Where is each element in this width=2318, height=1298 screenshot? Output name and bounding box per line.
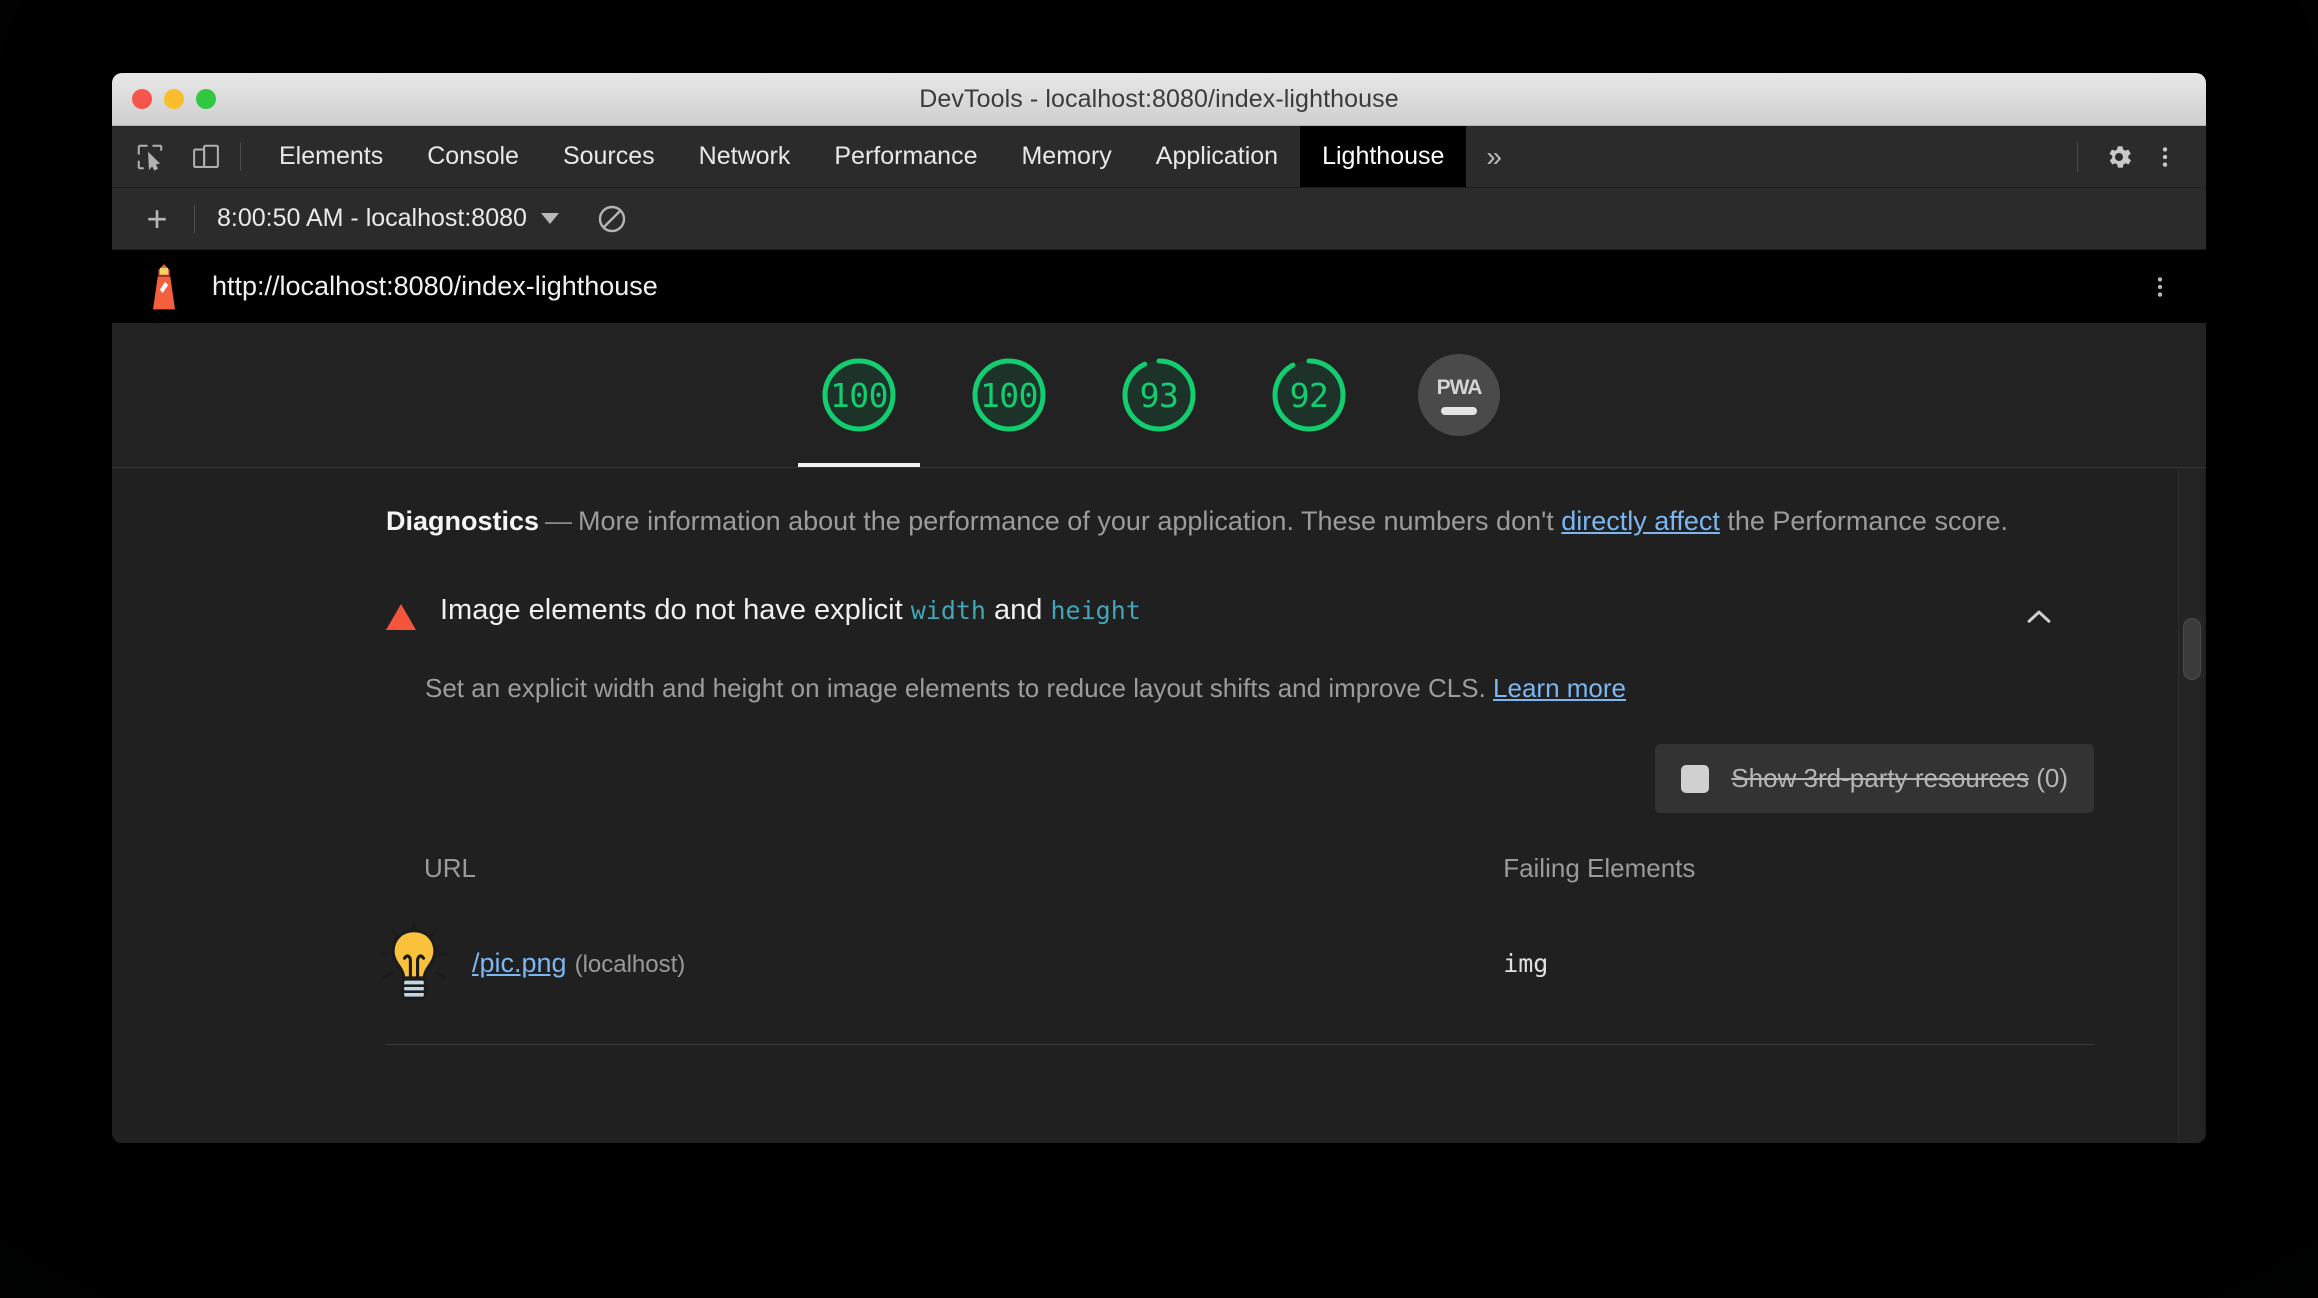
audit-header[interactable]: Image elements do not have explicit widt…: [386, 594, 2116, 634]
tab-sources[interactable]: Sources: [541, 126, 677, 187]
pwa-dash-icon: [1441, 406, 1477, 415]
gauge-score-best-practices: 93: [1139, 375, 1179, 415]
diagnostics-text-after: the Performance score.: [1719, 506, 2008, 536]
gauge-seo[interactable]: 92: [1234, 323, 1384, 467]
chevron-down-icon: [540, 213, 559, 224]
clear-all-icon[interactable]: [589, 196, 635, 242]
audit-description: Set an explicit width and height on imag…: [425, 670, 2116, 706]
diagnostics-dash: —: [545, 506, 573, 536]
show-third-party-checkbox[interactable]: [1681, 764, 1710, 793]
chevron-up-icon[interactable]: [2022, 600, 2056, 634]
third-party-filter[interactable]: Show 3rd-party resources (0): [1655, 744, 2094, 814]
gauge-performance[interactable]: 100: [784, 323, 934, 467]
failing-element-value: img: [1503, 948, 1549, 978]
more-tabs-icon[interactable]: »: [1466, 126, 1522, 187]
table-bottom-divider: [386, 1044, 2094, 1046]
tab-network[interactable]: Network: [677, 126, 813, 187]
tab-application[interactable]: Application: [1134, 126, 1300, 187]
table-header-row: URL Failing Elements: [386, 839, 2116, 910]
directly-affect-link[interactable]: directly affect: [1561, 506, 1720, 536]
resource-host: (localhost): [574, 950, 686, 978]
inspect-element-icon[interactable]: [132, 139, 168, 175]
window-title-bar: DevTools - localhost:8080/index-lighthou…: [112, 73, 2206, 126]
column-header-failing-elements: Failing Elements: [1503, 853, 1696, 884]
report-select-dropdown[interactable]: 8:00:50 AM - localhost:8080: [209, 204, 567, 233]
devtools-window: DevTools - localhost:8080/index-lighthou…: [112, 73, 2206, 1143]
report-menu-icon[interactable]: [2138, 265, 2182, 309]
lh-toolbar-divider: [194, 204, 195, 233]
table-body: /pic.png (localhost) img: [379, 910, 2116, 1016]
traffic-light-buttons: [132, 89, 216, 109]
device-toolbar-icon[interactable]: [188, 139, 224, 175]
maximize-window-button[interactable]: [196, 89, 216, 109]
gauge-ring-accessibility: 100: [968, 354, 1050, 436]
new-audit-button[interactable]: +: [134, 196, 180, 242]
devtools-tool-icons: [112, 126, 224, 187]
lighthouse-toolbar: + 8:00:50 AM - localhost:8080: [112, 188, 2206, 250]
audit-results-table: URL Failing Elements /pic.png (localhost…: [379, 839, 2116, 1016]
pwa-badge: PWA: [1418, 354, 1500, 436]
gauge-pwa[interactable]: PWA: [1384, 323, 1534, 467]
gear-icon[interactable]: [2096, 134, 2142, 180]
actions-divider: [2077, 141, 2078, 172]
diagnostics-paragraph: Diagnostics — More information about the p…: [386, 502, 2016, 542]
gauge-score-accessibility: 100: [979, 375, 1039, 415]
gauge-active-indicator: [798, 463, 920, 467]
lighthouse-report: http://localhost:8080/index-lighthouse 1…: [112, 250, 2206, 1143]
gauge-ring-best-practices: 93: [1118, 354, 1200, 436]
tab-performance[interactable]: Performance: [812, 126, 999, 187]
column-header-url: URL: [424, 853, 477, 884]
table-row: /pic.png (localhost) img: [379, 910, 2116, 1016]
audit-code-width: width: [910, 595, 986, 625]
audit-title-before: Image elements do not have explicit: [440, 593, 911, 626]
devtools-tab-bar: Elements Console Sources Network Perform…: [112, 126, 2206, 188]
diagnostics-text-before: More information about the performance o…: [578, 506, 1562, 536]
report-header: http://localhost:8080/index-lighthouse: [112, 250, 2206, 323]
cell-url: /pic.png (localhost): [379, 910, 1493, 1016]
show-third-party-label: Show 3rd-party resources (0): [1731, 763, 2068, 794]
gauge-accessibility[interactable]: 100: [934, 323, 1084, 467]
audit-description-text: Set an explicit width and height on imag…: [425, 672, 1494, 703]
warning-triangle-icon: [386, 603, 416, 630]
lighthouse-logo-icon: [153, 263, 175, 309]
report-select-label: 8:00:50 AM - localhost:8080: [217, 204, 527, 232]
tab-lighthouse[interactable]: Lighthouse: [1300, 126, 1467, 187]
minimize-window-button[interactable]: [164, 89, 184, 109]
third-party-filter-row: Show 3rd-party resources (0): [386, 744, 2116, 814]
kebab-menu-icon[interactable]: [2142, 134, 2188, 180]
gauge-ring-seo: 92: [1268, 354, 1350, 436]
devtools-tabs: Elements Console Sources Network Perform…: [257, 126, 1522, 187]
diagnostics-title: Diagnostics: [386, 506, 540, 536]
tab-elements[interactable]: Elements: [257, 126, 405, 187]
window-title: DevTools - localhost:8080/index-lighthou…: [919, 84, 1399, 113]
gauge-best-practices[interactable]: 93: [1084, 323, 1234, 467]
audit-title-join: and: [985, 593, 1051, 626]
report-content: Diagnostics — More information about the p…: [112, 468, 2206, 1143]
category-gauges: 100 100 93 92 PWA: [112, 323, 2206, 468]
tab-memory[interactable]: Memory: [999, 126, 1133, 187]
cell-failing-element: img: [1493, 910, 2116, 1016]
report-url: http://localhost:8080/index-lighthouse: [212, 271, 658, 301]
report-scrollbar[interactable]: [2178, 468, 2204, 1143]
gauge-score-performance: 100: [829, 375, 889, 415]
third-party-count: (0): [2036, 763, 2068, 794]
scrollbar-thumb[interactable]: [2183, 618, 2201, 680]
resource-url-link[interactable]: /pic.png: [472, 948, 567, 978]
close-window-button[interactable]: [132, 89, 152, 109]
learn-more-link[interactable]: Learn more: [1493, 673, 1626, 703]
audit-image-size-responsive: Image elements do not have explicit widt…: [379, 594, 2116, 1046]
pwa-label: PWA: [1436, 375, 1483, 399]
audit-title: Image elements do not have explicit widt…: [440, 594, 1141, 627]
gauge-score-seo: 92: [1289, 375, 1329, 415]
table-head: URL Failing Elements: [386, 839, 2116, 910]
lightbulb-icon: [379, 921, 449, 1001]
show-third-party-text: Show 3rd-party resources: [1731, 763, 2029, 794]
audit-code-height: height: [1050, 595, 1141, 625]
toolbar-divider: [240, 142, 241, 171]
tab-bar-actions: [2059, 126, 2206, 187]
gauge-ring-performance: 100: [818, 354, 900, 436]
tab-console[interactable]: Console: [405, 126, 541, 187]
